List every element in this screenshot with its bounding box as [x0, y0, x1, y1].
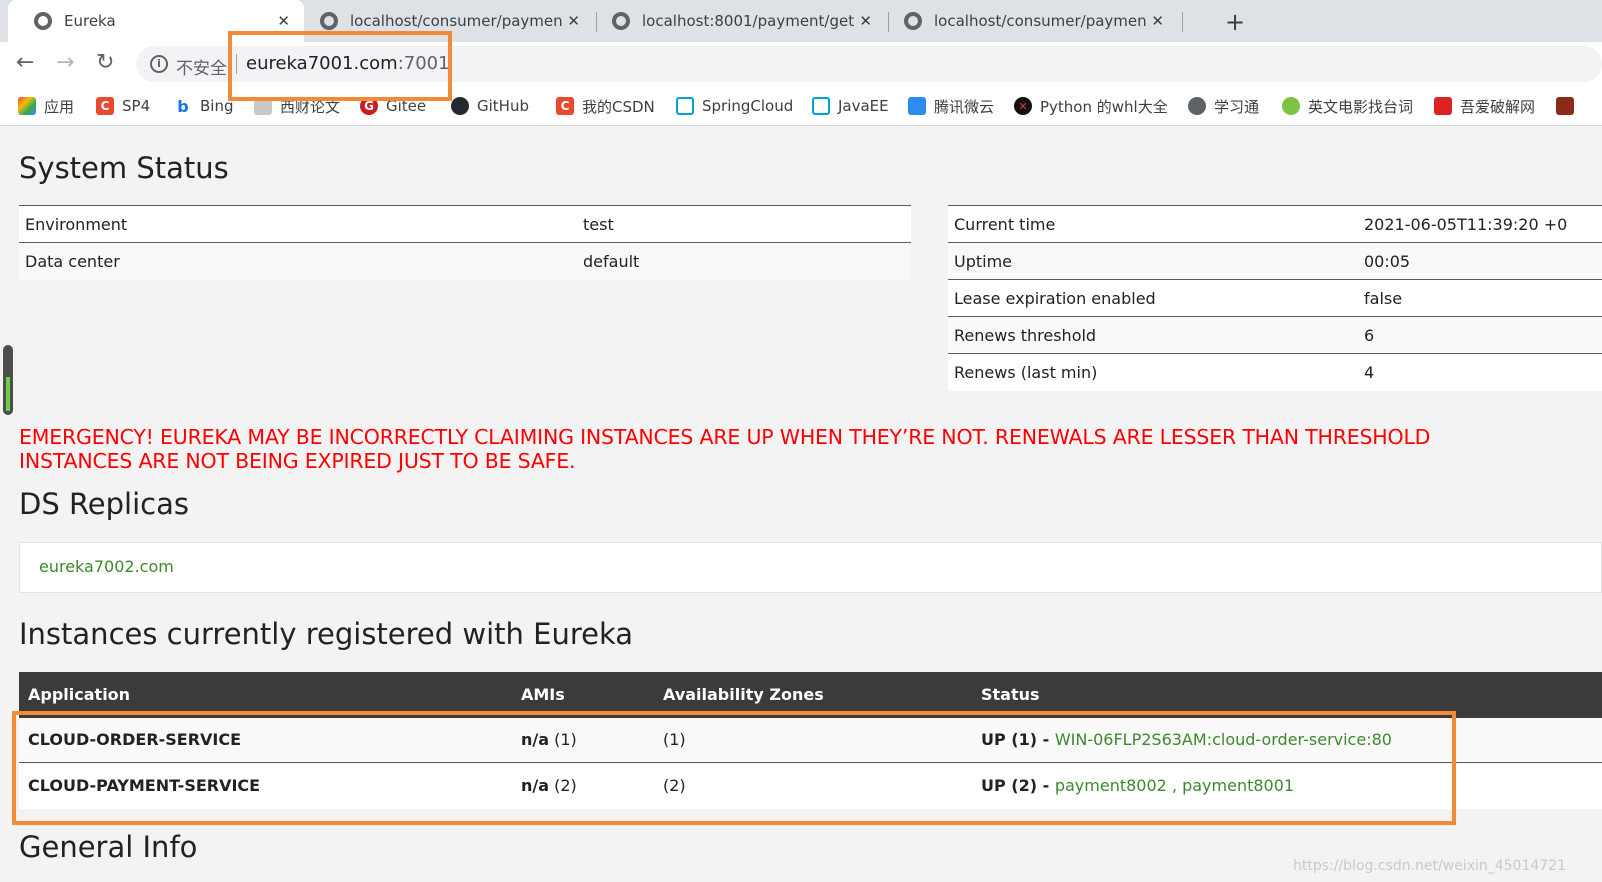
status-value: 2021-06-05T11:39:20 +0	[1358, 205, 1602, 243]
ds-replicas-title: DS Replicas	[19, 487, 189, 521]
52pojie-icon	[1434, 97, 1452, 115]
status-value: false	[1358, 279, 1602, 317]
emergency-warning: EMERGENCY! EUREKA MAY BE INCORRECTLY CLA…	[19, 425, 1602, 473]
bilibili-icon	[812, 97, 830, 115]
tab-title: localhost/consumer/payment/	[350, 12, 562, 30]
globe-icon	[904, 12, 922, 30]
bookmark-label: JavaEE	[838, 97, 889, 115]
watermark: https://blog.csdn.net/weixin_45014721	[1292, 858, 1566, 874]
bookmark-label: Python 的whl大全	[1040, 97, 1168, 116]
tab-title: localhost:8001/payment/get/3	[642, 12, 854, 30]
tab-consumer-payment-2[interactable]: localhost/consumer/payment/ ✕	[878, 0, 1178, 42]
tab-payment-get[interactable]: localhost:8001/payment/get/3 ✕	[586, 0, 886, 42]
status-key: Renews (last min)	[948, 353, 1358, 391]
close-icon[interactable]: ✕	[567, 12, 580, 30]
globe-icon	[612, 12, 630, 30]
col-application: Application	[28, 685, 131, 704]
csdn-icon: C	[556, 97, 574, 115]
globe-icon	[34, 12, 52, 30]
emergency-line-2: INSTANCES ARE NOT BEING EXPIRED JUST TO …	[19, 449, 576, 473]
floating-scroll-widget[interactable]	[3, 345, 13, 415]
new-tab-button[interactable]: +	[1225, 8, 1245, 36]
bookmark-label: 学习通	[1214, 97, 1260, 116]
apps-grid-icon	[18, 97, 36, 115]
bookmark-weiyun[interactable]: 腾讯微云	[908, 95, 994, 117]
close-icon[interactable]: ✕	[1151, 12, 1164, 30]
table-row: Uptime 00:05	[948, 242, 1602, 280]
status-value: 00:05	[1358, 242, 1602, 280]
bookmark-javaee[interactable]: JavaEE	[812, 95, 889, 117]
status-key: Environment	[19, 205, 577, 243]
bookmark-movie-lines[interactable]: 英文电影找台词	[1282, 95, 1413, 117]
bookmark-overflow[interactable]	[1556, 95, 1582, 117]
bookmark-label: SpringCloud	[702, 97, 794, 115]
bookmark-label: 英文电影找台词	[1308, 97, 1414, 116]
status-value: default	[577, 242, 911, 280]
ds-replicas-list: eureka7002.com	[19, 542, 1602, 593]
col-zones: Availability Zones	[663, 685, 824, 704]
status-key: Uptime	[948, 242, 1358, 280]
table-row: Current time 2021-06-05T11:39:20 +0	[948, 205, 1602, 243]
bookmark-52pojie[interactable]: 吾爱破解网	[1434, 95, 1535, 117]
instances-title: Instances currently registered with Eure…	[19, 617, 634, 651]
bookmark-label: GitHub	[477, 97, 529, 115]
tab-title: localhost/consumer/payment/	[934, 12, 1146, 30]
status-key: Current time	[948, 205, 1358, 243]
bookmark-label: 我的CSDN	[582, 97, 655, 116]
table-row: Data center default	[19, 242, 911, 280]
bookmark-bing[interactable]: b Bing	[174, 95, 234, 117]
status-key: Data center	[19, 242, 577, 280]
bookmark-sp4[interactable]: C SP4	[96, 95, 150, 117]
replica-link[interactable]: eureka7002.com	[39, 557, 174, 576]
python-icon: ✕	[1014, 97, 1032, 115]
table-row: Environment test	[19, 205, 911, 243]
emergency-line-1: EMERGENCY! EUREKA MAY BE INCORRECTLY CLA…	[19, 425, 1431, 449]
system-status-title: System Status	[19, 151, 229, 185]
status-key: Lease expiration enabled	[948, 279, 1358, 317]
info-icon[interactable]: i	[150, 55, 168, 73]
globe-icon	[320, 12, 338, 30]
bookmark-label: 吾爱破解网	[1460, 97, 1536, 116]
col-status: Status	[981, 685, 1040, 704]
bookmark-xuexitong[interactable]: 学习通	[1188, 95, 1259, 117]
bookmark-label: 应用	[44, 97, 75, 116]
bookmark-my-csdn[interactable]: C 我的CSDN	[556, 95, 655, 117]
bookmark-python-whl[interactable]: ✕ Python 的whl大全	[1014, 95, 1168, 117]
csdn-icon: C	[96, 97, 114, 115]
close-icon[interactable]: ✕	[859, 12, 872, 30]
forward-icon[interactable]: →	[56, 50, 74, 75]
folder-icon	[1556, 97, 1574, 115]
bilibili-icon	[676, 97, 694, 115]
general-info-title: General Info	[19, 830, 198, 864]
url-highlight-box	[228, 31, 452, 101]
github-icon	[451, 97, 469, 115]
status-value: 4	[1358, 353, 1602, 391]
bookmark-label: 腾讯微云	[934, 97, 995, 116]
weiyun-icon	[908, 97, 926, 115]
tab-title: Eureka	[64, 12, 116, 30]
system-status-left-table: Environment test Data center default	[19, 205, 911, 280]
col-amis: AMIs	[521, 685, 565, 704]
instances-highlight-box	[12, 711, 1456, 825]
close-icon[interactable]: ✕	[277, 12, 290, 30]
table-row: Renews (last min) 4	[948, 353, 1602, 391]
bookmark-github[interactable]: GitHub	[451, 95, 529, 117]
bookmark-springcloud[interactable]: SpringCloud	[676, 95, 793, 117]
table-row: Renews threshold 6	[948, 316, 1602, 354]
system-status-right-table: Current time 2021-06-05T11:39:20 +0 Upti…	[948, 205, 1602, 391]
bing-icon: b	[174, 97, 192, 116]
globe-icon	[1188, 97, 1206, 115]
bookmark-label: SP4	[122, 97, 151, 115]
movie-icon	[1282, 97, 1300, 115]
bookmark-apps[interactable]: 应用	[18, 95, 74, 117]
security-label: 不安全	[176, 59, 227, 79]
status-value: test	[577, 205, 911, 243]
table-row: Lease expiration enabled false	[948, 279, 1602, 317]
status-key: Renews threshold	[948, 316, 1358, 354]
reload-icon[interactable]: ↻	[96, 50, 114, 75]
back-icon[interactable]: ←	[16, 50, 34, 75]
status-value: 6	[1358, 316, 1602, 354]
tab-separator	[1182, 12, 1183, 32]
